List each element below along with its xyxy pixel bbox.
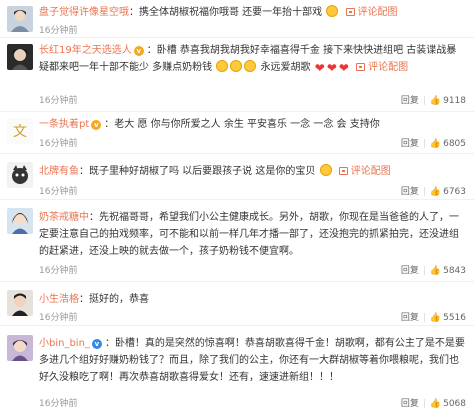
timestamp: 16分钟前 [39,266,78,276]
comment-actions: 回复 | 👍 6805 [401,136,466,149]
colon: ： [146,45,157,56]
reply-button[interactable]: 回复 [401,184,419,197]
comment-actions: 回复 | 👍 5516 [401,310,466,323]
thumbs-up-icon[interactable]: 👍 [430,187,441,197]
divider: | [422,139,426,149]
divider: | [422,313,426,323]
verified-badge-icon: v [133,46,144,56]
comment-text: 既子里种好胡椒了吗 以后要跟孩子说 这是你的宝贝 [89,166,316,177]
avatar[interactable] [7,290,33,316]
username[interactable]: 盘子觉得许像星空哦 [39,7,129,18]
username[interactable]: 小生浩格 [39,294,79,305]
username[interactable]: 奶茶戒糖中 [39,212,89,223]
view-pic-link[interactable]: 评论配图 [351,166,391,177]
username[interactable]: 长红19年之天选选人 [39,45,132,56]
thumbs-up-icon[interactable]: 👍 [430,139,441,149]
username[interactable]: 小bin_bin_ [39,338,90,349]
reply-button[interactable]: 回复 [401,93,419,106]
divider: | [422,187,426,197]
comment-actions: 回复 | 👍 6763 [401,184,466,197]
like-count: 5516 [443,313,466,323]
thumbs-up-icon[interactable]: 👍 [430,266,441,276]
thumbs-up-icon[interactable]: 👍 [430,96,441,106]
avatar[interactable] [7,6,33,32]
reply-button[interactable]: 回复 [401,310,419,323]
picture-icon [338,167,348,175]
comment-text: 挺好的，恭喜 [89,294,149,305]
heart-icon: ❤ [326,61,337,75]
reply-button[interactable]: 回复 [401,396,419,409]
colon: ： [129,7,139,18]
timestamp: 16分钟前 [39,399,78,409]
colon: ： [79,294,89,305]
divider: | [422,96,426,106]
view-pic-link[interactable]: 评论配图 [368,62,408,73]
like-count: 5843 [443,266,466,276]
comment-text: 携全体胡椒祝福你哦哥 还要一年抬十部戏 [139,7,323,18]
like-count: 6805 [443,139,466,149]
username[interactable]: 一条执着pt [39,119,89,130]
avatar[interactable]: 文 [7,118,33,144]
comment-text-2: 永远爱胡歌 [260,62,311,73]
comment-item: 文 一条执着pt v ：老大 愿 你与你所爱之人 余生 平安喜乐 一念 一念 会 支… [0,112,474,154]
verified-badge-icon: v [91,120,102,130]
verified-badge-icon: v [91,339,102,349]
like-count: 5068 [443,399,466,409]
like-count: 9118 [443,96,466,106]
emoji-icon [216,60,229,72]
avatar[interactable] [7,335,33,361]
thumbs-up-icon[interactable]: 👍 [430,313,441,323]
timestamp: 16分钟前 [39,187,78,197]
emoji-icon [230,60,243,72]
comment-item: 盘子觉得许像星空哦：携全体胡椒祝福你哦哥 还要一年抬十部戏 评论配图 16分钟前 [0,0,474,38]
heart-icon: ❤ [338,61,349,75]
divider: | [422,266,426,276]
divider: | [422,399,426,409]
avatar[interactable] [7,44,33,70]
reply-button[interactable]: 回复 [401,263,419,276]
colon: ： [104,119,115,130]
colon: ： [104,338,115,349]
timestamp: 16分钟前 [39,313,78,323]
timestamp: 16分钟前 [39,139,78,149]
reply-button[interactable]: 回复 [401,136,419,149]
laugh-emoji-icon [326,5,339,17]
comment-item: 长红19年之天选选人 v ：卧槽 恭喜我胡我胡我好幸福喜得千金 接下来快快进组吧 古… [0,38,474,112]
comment-actions: 回复 | 👍 9118 [401,93,466,106]
avatar[interactable] [7,208,33,234]
svg-text:文: 文 [13,124,27,140]
comment-actions: 回复 | 👍 5068 [401,396,466,409]
comment-actions: 回复 | 👍 5843 [401,263,466,276]
colon: ： [79,166,89,177]
picture-icon [356,63,366,71]
like-count: 6763 [443,187,466,197]
emoji-icon [244,60,257,72]
comment-text: 先祝福哥哥，希望我们小公主健康成长。另外，胡歌，你现在是当爸爸的人了，一定要注意… [39,212,459,257]
colon: ： [89,212,99,223]
avatar[interactable] [7,162,33,188]
timestamp: 16分钟前 [39,26,78,36]
comment-item: 小生浩格：挺好的，恭喜 16分钟前 回复 | 👍 5516 [0,282,474,326]
comment-text: 卧槽！真的是突然的惊喜啊！恭喜胡歌喜得千金！胡歌啊，都有公主了是不是要多进几个组… [39,338,465,383]
heart-icon: ❤ [314,61,325,75]
view-pic-link[interactable]: 评论配图 [358,7,398,18]
comment-item: 奶茶戒糖中：先祝福哥哥，希望我们小公主健康成长。另外，胡歌，你现在是当爸爸的人了… [0,200,474,282]
comment-text: 老大 愿 你与你所爱之人 余生 平安喜乐 一念 一念 会 支持你 [114,119,380,130]
smirk-emoji-icon [319,164,332,176]
username[interactable]: 北牌有鱼 [39,166,79,177]
comment-item: 小bin_bin_ v ：卧槽！真的是突然的惊喜啊！恭喜胡歌喜得千金！胡歌啊，都有公… [0,326,474,411]
thumbs-up-icon[interactable]: 👍 [430,399,441,409]
picture-icon [345,8,355,16]
timestamp: 16分钟前 [39,96,78,106]
comment-item: 北牌有鱼：既子里种好胡椒了吗 以后要跟孩子说 这是你的宝贝 评论配图 16分钟前… [0,154,474,200]
